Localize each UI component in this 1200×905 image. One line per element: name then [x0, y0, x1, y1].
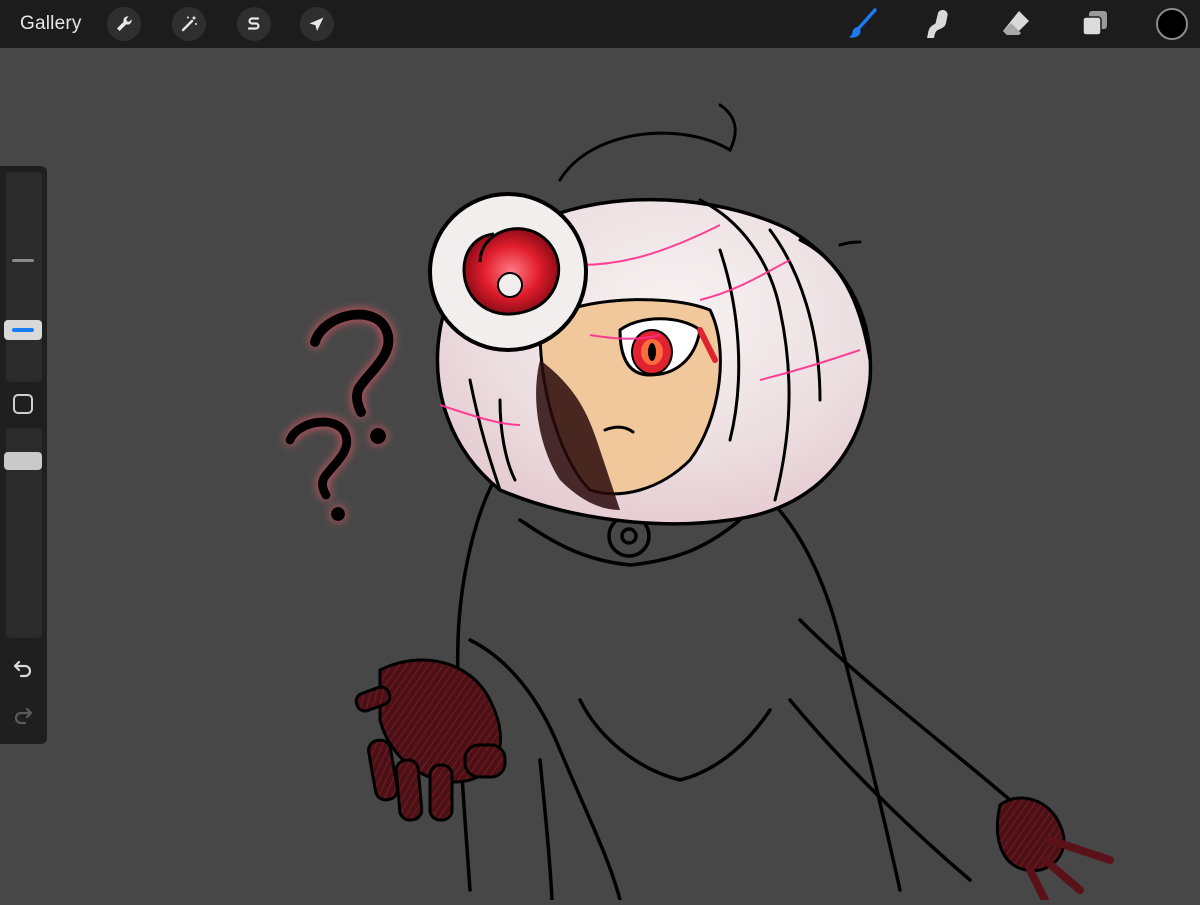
brush-size-thumb[interactable] — [4, 320, 42, 340]
layers-button[interactable] — [1077, 6, 1113, 42]
selection-s-icon — [247, 17, 260, 30]
brush-size-slider[interactable] — [6, 172, 42, 382]
magic-wand-icon — [181, 15, 197, 32]
brush-sidebar — [0, 166, 47, 744]
right-hand — [995, 796, 1114, 904]
eraser-icon — [1003, 11, 1029, 35]
eraser-tool-button[interactable] — [998, 6, 1034, 42]
undo-arrow-icon — [13, 660, 32, 678]
character-illustration — [285, 103, 1114, 904]
modify-button[interactable] — [13, 394, 33, 414]
smudge-tool-button[interactable] — [920, 6, 956, 42]
adjustments-button[interactable] — [172, 7, 206, 41]
brush-icon — [848, 8, 877, 38]
brush-tool-button[interactable] — [844, 6, 880, 42]
selection-button[interactable] — [237, 7, 271, 41]
layers-icon — [1082, 11, 1107, 36]
undo-button[interactable] — [11, 656, 35, 680]
left-hand — [354, 658, 507, 822]
arrow-cursor-icon — [309, 17, 324, 31]
size-tick-mark — [12, 259, 34, 262]
wrench-icon — [117, 16, 132, 31]
redo-arrow-icon — [14, 707, 33, 725]
size-thumb-indicator — [12, 328, 34, 332]
question-marks — [285, 309, 394, 521]
transform-button[interactable] — [300, 7, 334, 41]
brush-opacity-thumb[interactable] — [4, 452, 42, 470]
top-toolbar: Gallery — [0, 0, 1200, 48]
redo-button[interactable] — [11, 703, 35, 727]
smudge-finger-icon — [927, 10, 948, 38]
color-picker-swatch[interactable] — [1156, 8, 1188, 40]
gallery-button[interactable]: Gallery — [20, 13, 82, 35]
drawing-canvas[interactable] — [0, 48, 1200, 904]
actions-button[interactable] — [107, 7, 141, 41]
